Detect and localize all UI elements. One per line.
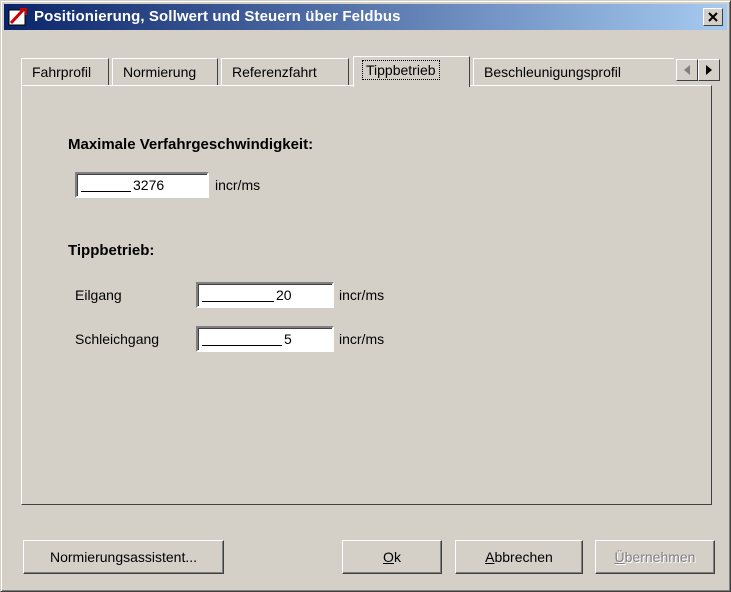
tab-label: Normierung: [123, 64, 197, 80]
tab-beschleunigungsprofil[interactable]: Beschleunigungsprofil: [473, 58, 674, 85]
fast-speed-label: Eilgang: [75, 287, 122, 303]
max-speed-input[interactable]: 3276: [75, 172, 209, 198]
ok-button[interactable]: Ok: [342, 540, 442, 574]
close-button[interactable]: [703, 8, 723, 26]
tab-strip: Fahrprofil Normierung Referenzfahrt Tipp…: [21, 56, 720, 87]
triangle-right-icon: [706, 65, 712, 75]
tab-label: Tippbetrieb: [362, 60, 440, 80]
max-speed-unit: incr/ms: [215, 177, 261, 193]
window-title: Positionierung, Sollwert und Steuern übe…: [34, 8, 401, 25]
button-label: Abbrechen: [485, 549, 553, 565]
button-label: Übernehmen: [614, 549, 696, 565]
normierungsassistent-button[interactable]: Normierungsassistent...: [23, 540, 224, 574]
tab-scroll-right-button[interactable]: [698, 59, 720, 81]
apply-button: Übernehmen: [595, 540, 715, 574]
triangle-left-icon: [684, 65, 690, 75]
field-fill-line: [81, 191, 131, 192]
tab-label: Beschleunigungsprofil: [484, 64, 621, 80]
slow-speed-unit: incr/ms: [339, 331, 385, 347]
fast-speed-value: 20: [276, 287, 292, 303]
dialog-window: Positionierung, Sollwert und Steuern übe…: [0, 0, 731, 592]
tab-label: Referenzfahrt: [232, 64, 317, 80]
button-label: Ok: [383, 549, 401, 565]
title-bar[interactable]: Positionierung, Sollwert und Steuern übe…: [4, 4, 727, 30]
slow-speed-label: Schleichgang: [75, 331, 160, 347]
max-speed-value: 3276: [133, 177, 165, 193]
close-icon: [708, 12, 718, 22]
field-fill-line: [202, 301, 274, 302]
max-speed-heading: Maximale Verfahrgeschwindigkeit:: [68, 136, 314, 153]
fast-speed-input[interactable]: 20: [196, 282, 334, 308]
tab-fahrprofil[interactable]: Fahrprofil: [21, 58, 109, 85]
cancel-button[interactable]: Abbrechen: [455, 540, 583, 574]
tab-tippbetrieb[interactable]: Tippbetrieb: [353, 56, 470, 87]
tab-scroll-left-button[interactable]: [676, 59, 698, 81]
tab-referenzfahrt[interactable]: Referenzfahrt: [221, 58, 349, 85]
tab-label: Fahrprofil: [32, 64, 92, 80]
tab-panel-tippbetrieb: Maximale Verfahrgeschwindigkeit: 3276 in…: [21, 85, 712, 505]
jog-heading: Tippbetrieb:: [68, 242, 155, 259]
tab-scroll-buttons: [676, 59, 720, 81]
slow-speed-input[interactable]: 5: [196, 326, 334, 352]
field-fill-line: [202, 345, 282, 346]
fast-speed-unit: incr/ms: [339, 287, 385, 303]
app-icon: [8, 7, 28, 27]
tab-normierung[interactable]: Normierung: [112, 58, 218, 85]
slow-speed-value: 5: [284, 331, 292, 347]
button-label: Normierungsassistent...: [49, 549, 198, 565]
